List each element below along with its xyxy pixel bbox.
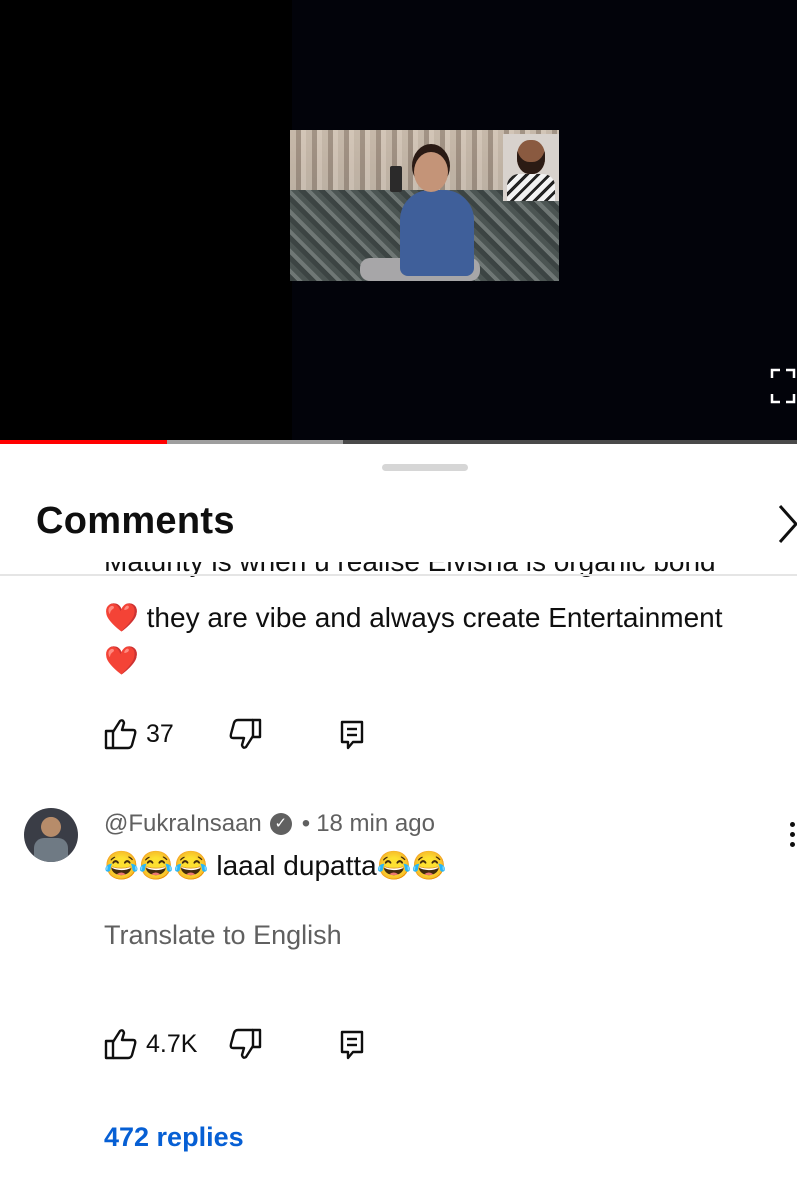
prev-comment-line-1: ❤️ they are vibe and always create Enter… (104, 602, 723, 633)
prev-comment-actions: 37 (104, 714, 404, 754)
meta-separator: • (301, 810, 311, 837)
prev-comment-line-2: ❤️ (104, 645, 139, 676)
thumbs-up-icon[interactable] (104, 718, 138, 750)
comments-sheet: Comments Maturity is when u realise Elvi… (0, 444, 797, 1200)
person-head-graphic (414, 152, 448, 192)
picture-in-picture-frame (503, 134, 559, 201)
chevron-right-icon[interactable] (776, 502, 797, 546)
thumbs-down-icon[interactable] (228, 718, 262, 750)
avatar[interactable] (24, 808, 78, 862)
comments-title: Comments (36, 500, 235, 542)
like-count: 4.7K (146, 1030, 198, 1058)
translate-link[interactable]: Translate to English (104, 920, 342, 951)
prev-comment-cut-line: Maturity is when u realise Elvisha is or… (104, 562, 716, 579)
comment-emoji-prefix: 😂😂😂 (104, 850, 209, 881)
comment-body: laaal dupatta (208, 850, 377, 881)
comment-meta: @FukraInsaan ✓ • 18 min ago (104, 810, 435, 838)
thumbs-up-icon[interactable] (104, 1028, 138, 1060)
comment-actions: 4.7K (104, 1024, 404, 1064)
reply-comment-icon[interactable] (340, 720, 366, 750)
replies-link[interactable]: 472 replies (104, 1122, 244, 1153)
fullscreen-icon[interactable] (770, 368, 796, 404)
more-vertical-icon[interactable] (790, 822, 797, 852)
phone-graphic (390, 166, 402, 192)
video-player[interactable] (0, 0, 797, 440)
person-body-graphic (400, 190, 474, 276)
prev-comment-text: ❤️ they are vibe and always create Enter… (104, 596, 784, 682)
header-divider (0, 574, 797, 576)
reply-comment-icon[interactable] (340, 1030, 366, 1060)
pip-shirt-graphic (507, 174, 555, 201)
comment-text: 😂😂😂 laaal dupatta😂😂 (104, 846, 446, 886)
thumbs-down-icon[interactable] (228, 1028, 262, 1060)
comment-time: 18 min ago (316, 810, 435, 837)
avatar-shirt-graphic (34, 838, 68, 862)
comment-author[interactable]: @FukraInsaan (104, 810, 262, 838)
like-count: 37 (146, 720, 174, 748)
drag-handle[interactable] (382, 464, 468, 471)
comment-emoji-suffix: 😂😂 (376, 850, 447, 881)
pip-face-graphic (517, 140, 545, 174)
verified-check-icon: ✓ (269, 813, 292, 835)
